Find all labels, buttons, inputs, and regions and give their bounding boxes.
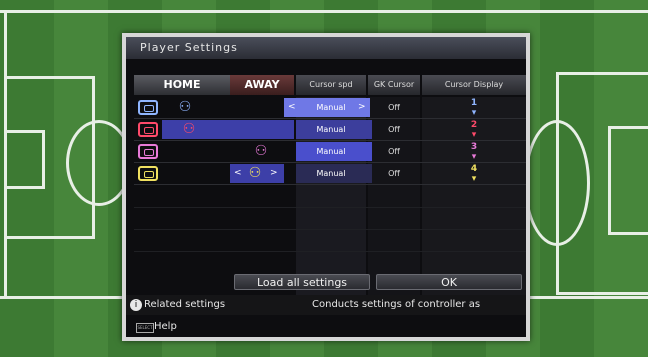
pitch-line	[608, 126, 648, 129]
pitch-line	[4, 130, 44, 133]
arrow-right-icon[interactable]: >	[358, 97, 366, 118]
pitch-line	[4, 236, 94, 239]
cursor-speed-value[interactable]: Manual	[298, 97, 364, 118]
pitch-line	[0, 10, 648, 13]
header-gk-cursor: GK Cursor	[368, 75, 420, 95]
cursor-speed-value[interactable]: Manual	[298, 119, 364, 140]
header-cursor-display: Cursor Display	[422, 75, 526, 95]
controller-row-4[interactable]: < ⚇ > Manual Off 4 ▾	[134, 163, 526, 184]
controller-icon	[138, 166, 158, 181]
pitch-line	[608, 126, 611, 235]
column-headers: HOME AWAY Cursor spd GK Cursor Cursor Di…	[134, 75, 526, 95]
help-bar: SELECT Help	[126, 317, 526, 337]
ok-button[interactable]: OK	[376, 274, 522, 290]
pitch-line	[608, 232, 648, 235]
header-home: HOME	[134, 75, 230, 95]
pitch-line	[42, 130, 45, 189]
player-icon: ⚇	[178, 99, 192, 115]
row-divider	[134, 184, 526, 185]
pitch-arc	[524, 120, 590, 246]
controller-icon	[138, 100, 158, 115]
select-button-icon: SELECT	[136, 323, 154, 333]
row-divider	[134, 251, 526, 252]
arrow-right-icon[interactable]: >	[270, 163, 278, 184]
controller-icon	[138, 144, 158, 159]
gk-cursor-value[interactable]: Off	[370, 119, 418, 140]
cursor-display-number: 1 ▾	[470, 98, 478, 118]
arrow-left-icon[interactable]: <	[234, 163, 242, 184]
player-icon: ⚇	[182, 121, 196, 137]
controller-row-3[interactable]: ⚇ Manual Off 3 ▾	[134, 141, 526, 162]
player-settings-panel: Player Settings HOME AWAY Cursor spd GK …	[122, 33, 530, 341]
header-cursor-speed: Cursor spd	[296, 75, 366, 95]
arrow-left-icon[interactable]: <	[288, 97, 296, 118]
controller-row-2[interactable]: ⚇ Manual Off 2 ▾	[134, 119, 526, 140]
cursor-display-number: 3 ▾	[470, 142, 478, 162]
gk-cursor-value[interactable]: Off	[370, 141, 418, 162]
panel-title: Player Settings	[126, 37, 526, 59]
cursor-display-digit: 4	[470, 164, 478, 174]
pitch-line	[4, 186, 44, 189]
controller-row-1[interactable]: ⚇ < Manual > Off 1 ▾	[134, 97, 526, 118]
help-label: Help	[154, 321, 177, 332]
pitch-line	[4, 10, 7, 299]
player-icon: ⚇	[254, 143, 268, 159]
pitch-line	[556, 72, 648, 75]
cursor-display-digit: 3	[470, 142, 478, 152]
player-icon: ⚇	[248, 165, 262, 181]
cursor-display-number: 2 ▾	[470, 120, 478, 140]
gk-cursor-value[interactable]: Off	[370, 97, 418, 118]
info-description: Conducts settings of controller as	[312, 299, 481, 310]
row-divider	[134, 207, 526, 208]
pitch-line	[556, 292, 648, 295]
cursor-display-digit: 2	[470, 120, 478, 130]
pitch-line	[4, 76, 94, 79]
controller-icon	[138, 122, 158, 137]
related-settings-label: Related settings	[144, 299, 226, 310]
cursor-speed-value[interactable]: Manual	[298, 141, 364, 162]
header-away: AWAY	[230, 75, 294, 95]
cursor-speed-value[interactable]: Manual	[298, 163, 364, 184]
cursor-display-digit: 1	[470, 98, 478, 108]
cursor-display-number: 4 ▾	[470, 164, 478, 184]
row-divider	[134, 229, 526, 230]
info-icon: i	[130, 299, 142, 311]
load-all-settings-button[interactable]: Load all settings	[234, 274, 370, 290]
info-bar: i Related settings Conducts settings of …	[126, 295, 526, 315]
gk-cursor-value[interactable]: Off	[370, 163, 418, 184]
